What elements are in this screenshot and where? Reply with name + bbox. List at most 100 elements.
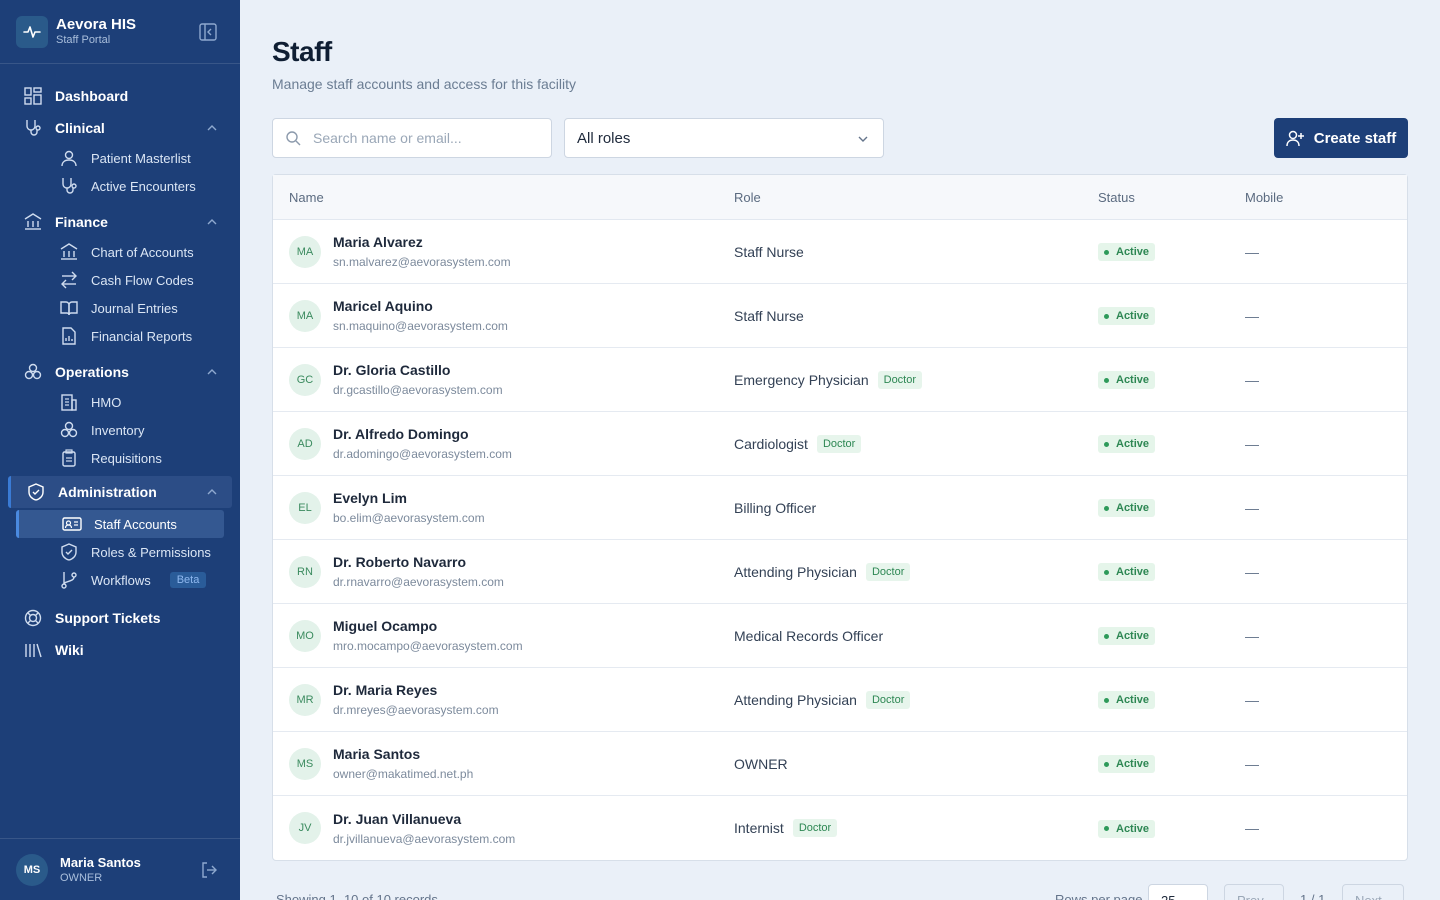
next-button[interactable]: Next (1342, 884, 1404, 900)
library-icon (22, 639, 44, 661)
status-badge: Active (1098, 371, 1156, 390)
sidebar-item-active-encounters[interactable]: Active Encounters (0, 172, 240, 200)
staff-name[interactable]: Dr. Roberto Navarro (333, 554, 504, 570)
staff-role-cell: Attending Physician Doctor (734, 690, 911, 709)
sidebar-item-requisitions[interactable]: Requisitions (0, 444, 240, 472)
sidebar-item-patient-masterlist[interactable]: Patient Masterlist (0, 144, 240, 172)
table-row[interactable]: RN Dr. Roberto Navarro dr.rnavarro@aevoras… (273, 540, 1407, 604)
logout-icon[interactable] (200, 861, 218, 879)
rows-per-page-select[interactable]: 25 (1148, 884, 1208, 900)
staff-name-cell: MA Maria Alvarez sn.malvarez@aevorasystem.… (289, 234, 511, 269)
staff-mobile: — (1245, 307, 1259, 324)
nav-wiki[interactable]: Wiki (0, 634, 240, 666)
status-label: Active (1116, 246, 1150, 259)
nav-operations[interactable]: Operations (0, 356, 240, 388)
nav-clinical[interactable]: Clinical (0, 112, 240, 144)
avatar: EL (289, 491, 321, 524)
column-header-role[interactable]: Role (734, 190, 761, 205)
staff-name[interactable]: Dr. Maria Reyes (333, 682, 499, 698)
role-filter-select[interactable]: All roles (564, 118, 884, 158)
status-dot (1104, 441, 1109, 447)
staff-name[interactable]: Maria Alvarez (333, 234, 511, 250)
staff-name[interactable]: Evelyn Lim (333, 490, 485, 506)
staff-status-cell: Active (1098, 626, 1156, 646)
sidebar-item-workflows[interactable]: Workflows Beta (0, 566, 240, 594)
status-label: Active (1116, 630, 1150, 643)
status-label: Active (1116, 438, 1150, 451)
table-row[interactable]: GC Dr. Gloria Castillo dr.gcastillo@aevora… (273, 348, 1407, 412)
sidebar-item-label: Roles & Permissions (91, 544, 211, 560)
staff-role-cell: Emergency Physician Doctor (734, 370, 923, 389)
staff-name-cell: MO Miguel Ocampo mro.mocampo@aevorasystem.… (289, 618, 523, 653)
staff-role-cell: Cardiologist Doctor (734, 434, 862, 453)
page-subtitle: Manage staff accounts and access for thi… (272, 76, 577, 92)
staff-status-cell: Active (1098, 434, 1156, 454)
status-dot (1104, 826, 1109, 832)
main-content: Staff Manage staff accounts and access f… (272, 0, 1408, 861)
sidebar-item-financial-reports[interactable]: Financial Reports (0, 322, 240, 350)
create-staff-button[interactable]: Create staff (1274, 118, 1408, 158)
sidebar-item-cash-flow-codes[interactable]: Cash Flow Codes (0, 266, 240, 294)
staff-email: bo.elim@aevorasystem.com (333, 511, 485, 525)
brand-subtitle: Staff Portal (56, 33, 111, 46)
column-header-status[interactable]: Status (1098, 190, 1135, 205)
staff-status-cell: Active (1098, 690, 1156, 710)
staff-role: Attending Physician (734, 563, 857, 580)
staff-name[interactable]: Miguel Ocampo (333, 618, 523, 634)
nav-finance-label: Finance (55, 214, 108, 230)
search-input[interactable] (313, 130, 533, 146)
status-badge: Active (1098, 691, 1156, 710)
status-badge: Active (1098, 435, 1156, 454)
status-badge: Active (1098, 499, 1156, 518)
nav-administration[interactable]: Administration (8, 476, 232, 508)
lifebuoy-icon (22, 607, 44, 629)
table-row[interactable]: MO Miguel Ocampo mro.mocampo@aevorasystem.… (273, 604, 1407, 668)
status-badge: Active (1098, 243, 1156, 262)
staff-role-cell: OWNER (734, 756, 788, 772)
table-row[interactable]: JV Dr. Juan Villanueva dr.jvillanueva@aevo… (273, 796, 1407, 860)
staff-name-cell: MR Dr. Maria Reyes dr.mreyes@aevorasystem.… (289, 682, 499, 717)
table-row[interactable]: MR Dr. Maria Reyes dr.mreyes@aevorasystem.… (273, 668, 1407, 732)
column-header-mobile[interactable]: Mobile (1245, 190, 1283, 205)
doctor-tag: Doctor (816, 434, 862, 453)
staff-status-cell: Active (1098, 754, 1156, 774)
staff-name[interactable]: Dr. Gloria Castillo (333, 362, 503, 378)
sidebar-item-hmo[interactable]: HMO (0, 388, 240, 416)
table-row[interactable]: MA Maricel Aquino sn.maquino@aevorasystem.… (273, 284, 1407, 348)
sidebar-item-inventory[interactable]: Inventory (0, 416, 240, 444)
role-filter-value: All roles (577, 129, 631, 147)
staff-role: Cardiologist (734, 435, 808, 452)
table-row[interactable]: MA Maria Alvarez sn.malvarez@aevorasystem.… (273, 220, 1407, 284)
sidebar-item-journal-entries[interactable]: Journal Entries (0, 294, 240, 322)
avatar: MS (16, 853, 48, 886)
building-icon (59, 392, 79, 412)
collapse-sidebar-icon[interactable] (198, 22, 218, 42)
status-badge: Active (1098, 307, 1156, 326)
nav-finance[interactable]: Finance (0, 206, 240, 238)
search-box[interactable] (272, 118, 552, 158)
staff-name[interactable]: Maria Santos (333, 746, 473, 762)
table-row[interactable]: MS Maria Santos owner@makatimed.net.ph OWNE… (273, 732, 1407, 796)
staff-email: dr.adomingo@aevorasystem.com (333, 447, 512, 461)
sidebar-item-chart-of-accounts[interactable]: Chart of Accounts (0, 238, 240, 266)
nav-support-tickets-label: Support Tickets (55, 610, 161, 626)
staff-name[interactable]: Dr. Alfredo Domingo (333, 426, 512, 442)
sidebar-item-roles-permissions[interactable]: Roles & Permissions (0, 538, 240, 566)
nav-support-tickets[interactable]: Support Tickets (0, 602, 240, 634)
sidebar-item-staff-accounts[interactable]: Staff Accounts (16, 510, 224, 538)
prev-button[interactable]: Prev (1224, 884, 1284, 900)
table-row[interactable]: AD Dr. Alfredo Domingo dr.adomingo@aevoras… (273, 412, 1407, 476)
chevron-up-icon (206, 216, 218, 228)
status-badge: Active (1098, 755, 1156, 774)
nav-dashboard[interactable]: Dashboard (0, 80, 240, 112)
staff-email: dr.jvillanueva@aevorasystem.com (333, 831, 516, 846)
staff-name[interactable]: Dr. Juan Villanueva (333, 811, 515, 827)
staff-status-cell: Active (1098, 498, 1156, 518)
staff-name[interactable]: Maricel Aquino (333, 298, 508, 314)
table-row[interactable]: EL Evelyn Lim bo.elim@aevorasystem.com Bill… (273, 476, 1407, 540)
staff-status-cell: Active (1098, 306, 1156, 326)
chevron-up-icon (206, 366, 218, 378)
beta-badge: Beta (169, 572, 207, 588)
staff-role-cell: Medical Records Officer (734, 628, 883, 644)
column-header-name[interactable]: Name (289, 190, 324, 205)
